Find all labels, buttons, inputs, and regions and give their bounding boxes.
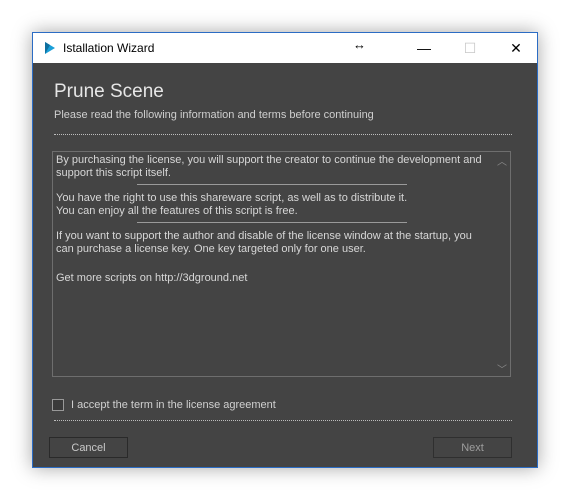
scroll-down-icon[interactable]: ﹀: [495, 361, 509, 376]
cancel-button[interactable]: Cancel: [49, 437, 128, 458]
accept-terms-row[interactable]: I accept the term in the license agreeme…: [52, 397, 276, 413]
minimize-button[interactable]: —: [401, 33, 447, 63]
next-button[interactable]: Next: [433, 437, 512, 458]
installer-window: Istallation Wizard ↔ — ☐ ✕ Prune Scene P…: [32, 32, 538, 468]
scroll-up-icon[interactable]: ︿: [495, 153, 509, 168]
header-divider: [54, 134, 512, 135]
license-text-box[interactable]: By purchasing the license, you will supp…: [52, 151, 511, 377]
title-bar[interactable]: Istallation Wizard ↔ — ☐ ✕: [33, 33, 537, 63]
paragraph-separator: [137, 184, 407, 185]
minimize-icon: —: [417, 40, 431, 56]
accept-terms-checkbox[interactable]: [52, 399, 64, 411]
app-icon: [45, 42, 55, 54]
license-paragraph: By purchasing the license, you will supp…: [56, 154, 482, 179]
page-title: Prune Scene: [54, 81, 164, 102]
wizard-content: Prune Scene Please read the following in…: [37, 66, 533, 464]
accept-terms-label[interactable]: I accept the term in the license agreeme…: [71, 399, 276, 411]
maximize-button[interactable]: ☐: [447, 33, 493, 63]
close-icon: ✕: [510, 39, 522, 56]
resize-cursor-icon: ↔: [353, 37, 366, 52]
close-button[interactable]: ✕: [493, 33, 539, 63]
license-paragraph: If you want to support the author and di…: [56, 230, 472, 255]
license-paragraph: Get more scripts on http://3dground.net: [56, 272, 248, 284]
maximize-icon: ☐: [463, 39, 477, 56]
license-text: By purchasing the license, you will supp…: [56, 154, 496, 285]
license-paragraph: You have the right to use this shareware…: [56, 192, 408, 217]
page-subtitle: Please read the following information an…: [54, 109, 374, 121]
window-title: Istallation Wizard: [63, 41, 155, 55]
footer-divider: [54, 420, 512, 421]
paragraph-separator: [137, 222, 407, 223]
vertical-scrollbar[interactable]: ︿ ﹀: [495, 153, 509, 376]
